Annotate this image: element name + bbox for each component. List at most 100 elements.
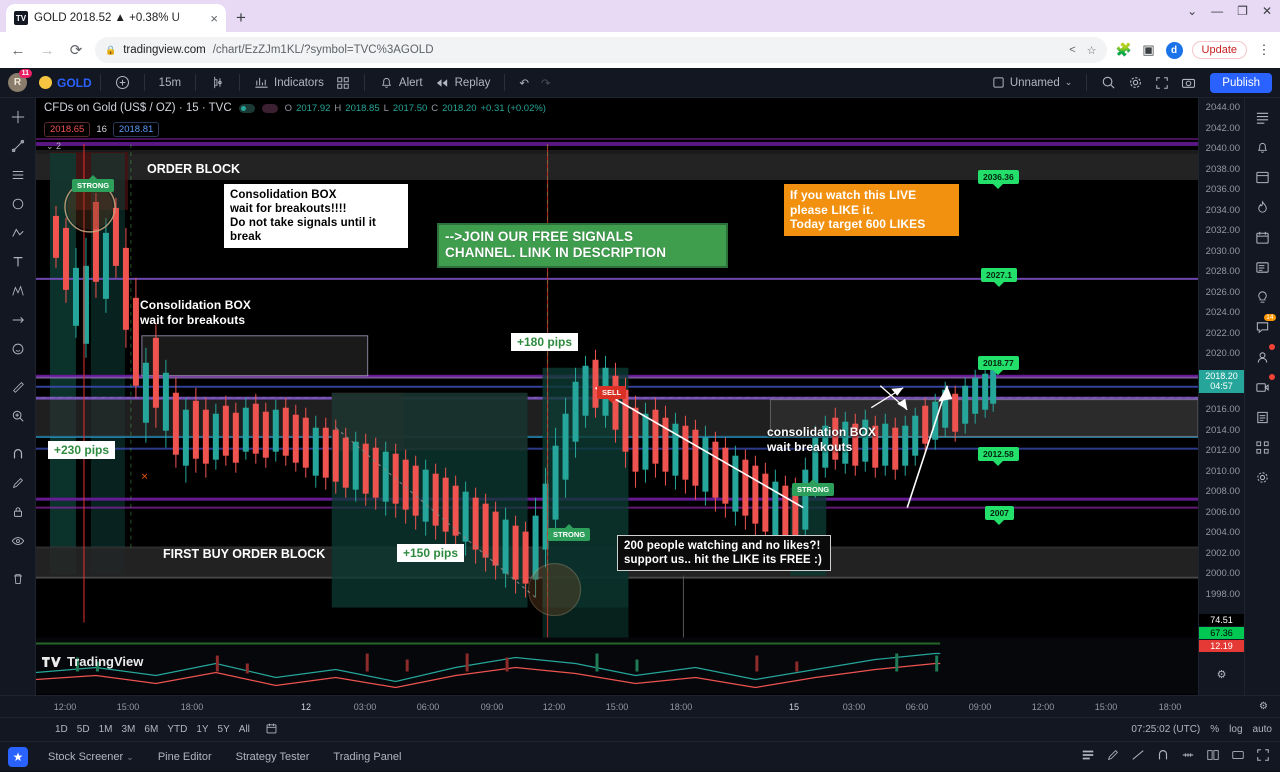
fullscreen-bottom-icon[interactable] — [1256, 748, 1270, 765]
object-tree-icon[interactable] — [1081, 748, 1095, 765]
favorites-star-button[interactable]: ★ — [0, 742, 36, 772]
zoom-icon[interactable] — [5, 403, 31, 429]
gear-icon[interactable] — [1122, 72, 1149, 94]
pencil-icon[interactable] — [5, 470, 31, 496]
price-axis[interactable]: 2044.00 2042.00 2040.00 2038.00 2036.00 … — [1198, 98, 1244, 695]
layouts-icon[interactable] — [330, 72, 356, 94]
horizontal-lines-icon[interactable] — [5, 162, 31, 188]
ideas-icon[interactable] — [1250, 284, 1276, 310]
emoji-icon[interactable] — [5, 336, 31, 362]
close-icon[interactable]: × — [210, 11, 218, 26]
trading-panel-button[interactable]: Trading Panel — [321, 751, 413, 763]
pattern-icon[interactable] — [5, 220, 31, 246]
legend-collapse-button[interactable]: ⌄ 2 — [46, 141, 61, 152]
log-toggle[interactable]: log — [1229, 724, 1242, 735]
window-close-button[interactable]: ✕ — [1262, 4, 1272, 18]
add-symbol-button[interactable] — [109, 72, 136, 94]
stock-screener-button[interactable]: Stock Screener ⌄ — [36, 751, 146, 763]
pen-icon[interactable] — [1106, 748, 1120, 765]
patterns2-icon[interactable] — [5, 278, 31, 304]
side-panel-icon[interactable]: ▣ — [1141, 42, 1157, 58]
minimize-button[interactable]: — — [1211, 4, 1223, 18]
alert-button[interactable]: Alert — [373, 72, 429, 94]
range-1m[interactable]: 1M — [99, 724, 113, 735]
time-axis-gear-icon[interactable]: ⚙ — [1259, 701, 1268, 712]
trash-icon[interactable] — [5, 566, 31, 592]
ruler-icon[interactable] — [1181, 748, 1195, 765]
range-5y[interactable]: 5Y — [218, 724, 230, 735]
magnet-bottom-icon[interactable] — [1156, 748, 1170, 765]
update-button[interactable]: Update — [1191, 41, 1247, 59]
range-ytd[interactable]: YTD — [167, 724, 187, 735]
chat-icon[interactable]: 14 — [1250, 314, 1276, 340]
range-5d[interactable]: 5D — [77, 724, 90, 735]
text-icon[interactable] — [5, 249, 31, 275]
trendline-icon[interactable] — [5, 133, 31, 159]
cursor-icon[interactable] — [5, 104, 31, 130]
extensions-icon[interactable]: 🧩 — [1116, 42, 1132, 58]
indicator-low-chip[interactable]: 2018.65 — [44, 122, 91, 137]
settings-toggle-icon[interactable] — [261, 103, 278, 113]
shapes-icon[interactable] — [5, 191, 31, 217]
forecast-icon[interactable] — [5, 307, 31, 333]
indicators-button[interactable]: Indicators — [248, 72, 330, 94]
maximize-button[interactable]: ❐ — [1237, 4, 1248, 18]
address-bar[interactable]: 🔒 tradingview.com/chart/EzZJm1KL/?symbol… — [95, 37, 1107, 63]
indicator-high-chip[interactable]: 2018.81 — [112, 122, 160, 137]
pine-editor-button[interactable]: Pine Editor — [146, 751, 224, 763]
visibility-toggle-icon[interactable] — [238, 103, 255, 113]
hotlist2-icon[interactable] — [1250, 434, 1276, 460]
calendar-icon[interactable] — [1250, 224, 1276, 250]
redo-button: ↷ — [541, 77, 551, 90]
alerts-icon[interactable] — [1250, 134, 1276, 160]
chevron-down-icon[interactable]: ⌄ — [1187, 4, 1197, 18]
back-icon[interactable]: ← — [8, 42, 28, 59]
time-axis[interactable]: 12:00 15:00 18:00 12 03:00 06:00 09:00 1… — [0, 695, 1280, 717]
stream-icon[interactable] — [1250, 374, 1276, 400]
candles-icon[interactable] — [204, 72, 231, 94]
percent-toggle[interactable]: % — [1210, 724, 1219, 735]
calendar-icon[interactable] — [265, 722, 278, 738]
camera-icon[interactable] — [1175, 72, 1202, 94]
search-icon[interactable] — [1095, 72, 1122, 94]
news-icon[interactable] — [1250, 254, 1276, 280]
watchlist-icon[interactable] — [1250, 104, 1276, 130]
range-1d[interactable]: 1D — [55, 724, 68, 735]
price-flag: 2036.36 — [978, 170, 1019, 184]
data-window-icon[interactable] — [1250, 164, 1276, 190]
notes-icon[interactable] — [1250, 404, 1276, 430]
range-all[interactable]: All — [239, 724, 250, 735]
reload-icon[interactable]: ⟳ — [66, 41, 86, 59]
range-3m[interactable]: 3M — [122, 724, 136, 735]
layout-name-button[interactable]: Unnamed ⌄ — [986, 72, 1078, 94]
settings-right-icon[interactable] — [1250, 464, 1276, 490]
interval-button[interactable]: 15m — [153, 72, 187, 94]
share-icon[interactable]: < — [1069, 44, 1075, 56]
lock-icon[interactable] — [5, 499, 31, 525]
browser-menu-icon[interactable]: ⋮ — [1256, 42, 1272, 58]
strategy-tester-button[interactable]: Strategy Tester — [224, 751, 322, 763]
gear-icon[interactable]: ⚙ — [1199, 668, 1244, 681]
measure-icon[interactable] — [5, 374, 31, 400]
chart-area[interactable]: ✕ CFDs on Gold (US$ / OZ) · 15 · TVC O 2… — [36, 98, 1198, 695]
profile-avatar[interactable]: d — [1165, 41, 1183, 59]
hide-drawings-icon[interactable] — [5, 528, 31, 554]
display-settings-icon[interactable] — [1231, 748, 1245, 765]
magnet-icon[interactable] — [5, 441, 31, 467]
trendline-bottom-icon[interactable] — [1131, 748, 1145, 765]
range-1y[interactable]: 1Y — [196, 724, 208, 735]
symbol-button[interactable]: GOLD — [39, 76, 92, 90]
browser-tab[interactable]: TV GOLD 2018.52 ▲ +0.38% U × — [6, 4, 226, 32]
private-chat-icon[interactable] — [1250, 344, 1276, 370]
replay-button[interactable]: Replay — [429, 72, 497, 94]
fullscreen-icon[interactable] — [1149, 72, 1175, 94]
publish-button[interactable]: Publish — [1210, 72, 1272, 93]
range-6m[interactable]: 6M — [144, 724, 158, 735]
undo-button[interactable]: ↶ — [513, 72, 535, 94]
user-avatar[interactable]: R 11 — [8, 69, 32, 92]
auto-toggle[interactable]: auto — [1253, 724, 1272, 735]
new-tab-button[interactable]: + — [236, 8, 246, 28]
hotlist-icon[interactable] — [1250, 194, 1276, 220]
bookmark-icon[interactable]: ☆ — [1087, 44, 1097, 57]
layout-grid-icon[interactable] — [1206, 748, 1220, 765]
